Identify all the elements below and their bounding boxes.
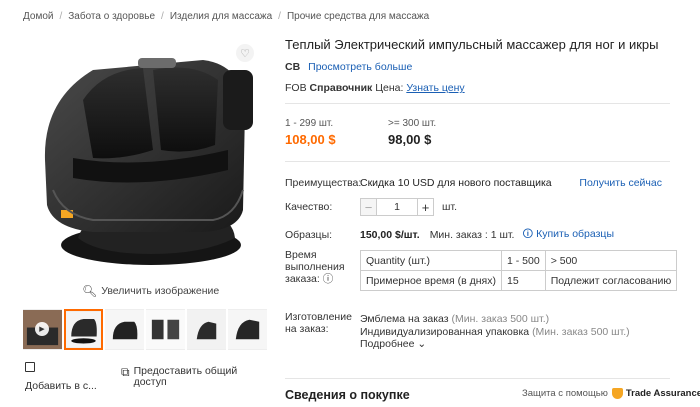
decrement-button[interactable]: − [360, 198, 377, 216]
sample-price: 150,00 $/шт. [360, 229, 420, 241]
custom-item-note: (Мин. заказ 500 шт.) [451, 313, 550, 325]
supplier-row: CB Просмотреть больше [285, 61, 670, 73]
tier-price: 98,00 $ [388, 132, 432, 147]
breadcrumb-health-care[interactable]: Забота о здоровье [68, 11, 155, 22]
thumbnail-video[interactable]: ▶ [23, 309, 62, 350]
increment-button[interactable]: + [417, 198, 434, 216]
quantity-input[interactable] [377, 198, 417, 216]
tier-qty: 1 - 299 шт. [285, 118, 334, 129]
breadcrumb-separator: / [59, 11, 63, 22]
breadcrumb-home[interactable]: Домой [23, 11, 53, 22]
customization-list: Эмблема на заказ (Мин. заказ 500 шт.) Ин… [360, 313, 630, 351]
main-product-image[interactable] [23, 40, 263, 285]
tier-qty: >= 300 шт. [388, 118, 437, 129]
fob-reference: Справочник [309, 82, 373, 94]
trade-assurance-brand: Trade Assurance [625, 388, 700, 399]
shield-icon [611, 388, 623, 399]
sample-min-order: Мин. заказ : 1 шт. [429, 229, 515, 241]
magnifier-icon: 🔍︎ [82, 284, 98, 298]
customization-label: Изготовление на заказ: [285, 311, 352, 335]
favorite-heart-icon[interactable]: ♡ [236, 44, 254, 62]
divider [285, 161, 670, 162]
product-details: Теплый Электрический импульсный массажер… [285, 37, 670, 241]
divider [285, 378, 670, 379]
protection-text: Защита с помощью [522, 388, 608, 399]
compare-checkbox[interactable] [25, 362, 35, 372]
benefits-label: Преимущества: [285, 177, 362, 189]
breadcrumb: Домой / Забота о здоровье / Изделия для ма… [23, 11, 429, 22]
thumbnail-selected[interactable] [64, 309, 103, 350]
quantity-label: Качество: [285, 201, 333, 213]
custom-item-name: Эмблема на заказ [360, 313, 449, 325]
quantity-stepper: − + [360, 198, 434, 216]
get-price-link[interactable]: Узнать цену [406, 82, 464, 94]
tier-price: 108,00 $ [285, 132, 336, 147]
thumbnail[interactable] [228, 309, 267, 350]
custom-item-note: (Мин. заказ 500 шт.) [532, 325, 630, 338]
share-label: Предоставить общий доступ [133, 365, 238, 388]
fob-price-label: Цена: [375, 82, 404, 94]
lead-time-label: Время выполнения заказа: ⓘ [285, 249, 345, 285]
quantity-unit: шт. [442, 201, 457, 213]
buy-samples-link[interactable]: 🛈︎ Купить образцы [522, 226, 614, 244]
quantity-row: Качество: − + шт. [285, 198, 457, 216]
breadcrumb-other-massage[interactable]: Прочие средства для массажа [287, 11, 429, 22]
more-label: Подробнее [360, 338, 415, 350]
samples-row: Образцы: 150,00 $/шт. Мин. заказ : 1 шт.… [285, 226, 614, 244]
play-icon: ▶ [35, 322, 49, 336]
share-icon: ⧉ [121, 365, 130, 379]
more-details-button[interactable]: Подробнее ⌄ [360, 338, 630, 351]
info-icon[interactable]: ⓘ [323, 273, 334, 285]
lead-time-table: Quantity (шт.) 1 - 500 > 500 Примерное в… [360, 250, 678, 291]
purchase-title: Сведения о покупке [285, 388, 410, 402]
breadcrumb-separator: / [278, 11, 281, 22]
price-tier: 1 - 299 шт. 108,00 $ [285, 118, 388, 147]
supplier-code: CB [285, 61, 301, 73]
fob-prefix: FOB [285, 82, 307, 94]
lead-time-label-text: Время выполнения заказа: [285, 249, 345, 285]
table-row: Примерное время (в днях) 15 Подлежит сог… [360, 270, 678, 291]
table-cell: Примерное время (в днях) [360, 270, 502, 291]
share-button[interactable]: ⧉ Предоставить общий доступ [121, 366, 254, 388]
gallery-actions: Добавить в с... ⧉ Предоставить общий дос… [23, 361, 263, 396]
thumbnail-strip: ▶ [23, 309, 267, 350]
divider [285, 103, 670, 104]
zoom-label: Увеличить изображение [101, 285, 220, 297]
price-tiers: 1 - 299 шт. 108,00 $ >= 300 шт. 98,00 $ [285, 118, 670, 147]
table-cell: 15 [500, 270, 546, 291]
table-cell: Quantity (шт.) [360, 250, 502, 271]
table-row: Quantity (шт.) 1 - 500 > 500 [360, 250, 678, 271]
list-item: Индивидуализированная упаковка (Мин. зак… [360, 326, 630, 339]
cart-icon: 🛈︎ [522, 228, 534, 240]
table-cell: Подлежит согласованию [544, 270, 678, 291]
custom-item-name: Индивидуализированная упаковка [360, 325, 530, 338]
list-item: Эмблема на заказ (Мин. заказ 500 шт.) [360, 313, 630, 326]
thumbnail[interactable] [146, 309, 185, 350]
chevron-down-icon: ⌄ [417, 338, 427, 350]
thumbnail[interactable] [187, 309, 226, 350]
zoom-image-button[interactable]: 🔍︎ Увеличить изображение [82, 284, 219, 298]
see-more-link[interactable]: Просмотреть больше [308, 61, 412, 73]
samples-label: Образцы: [285, 229, 333, 241]
breadcrumb-separator: / [161, 11, 164, 22]
product-title: Теплый Электрический импульсный массажер… [285, 37, 659, 52]
table-cell: 1 - 500 [500, 250, 546, 271]
trade-assurance-badge: Защита с помощью Trade Assurance [522, 388, 700, 399]
compare-label[interactable]: Добавить в с... [25, 380, 97, 392]
get-now-link[interactable]: Получить сейчас [579, 177, 662, 189]
breadcrumb-massage-products[interactable]: Изделия для массажа [170, 11, 272, 22]
thumbnail[interactable] [105, 309, 144, 350]
price-tier: >= 300 шт. 98,00 $ [388, 118, 491, 147]
benefits-text: Скидка 10 USD для нового поставщика [360, 177, 552, 189]
buy-samples-label: Купить образцы [536, 228, 614, 240]
table-cell: > 500 [544, 250, 678, 271]
fob-row: FOB Справочник Цена: Узнать цену [285, 82, 670, 94]
benefits-row: Преимущества: Скидка 10 USD для нового п… [285, 177, 670, 189]
